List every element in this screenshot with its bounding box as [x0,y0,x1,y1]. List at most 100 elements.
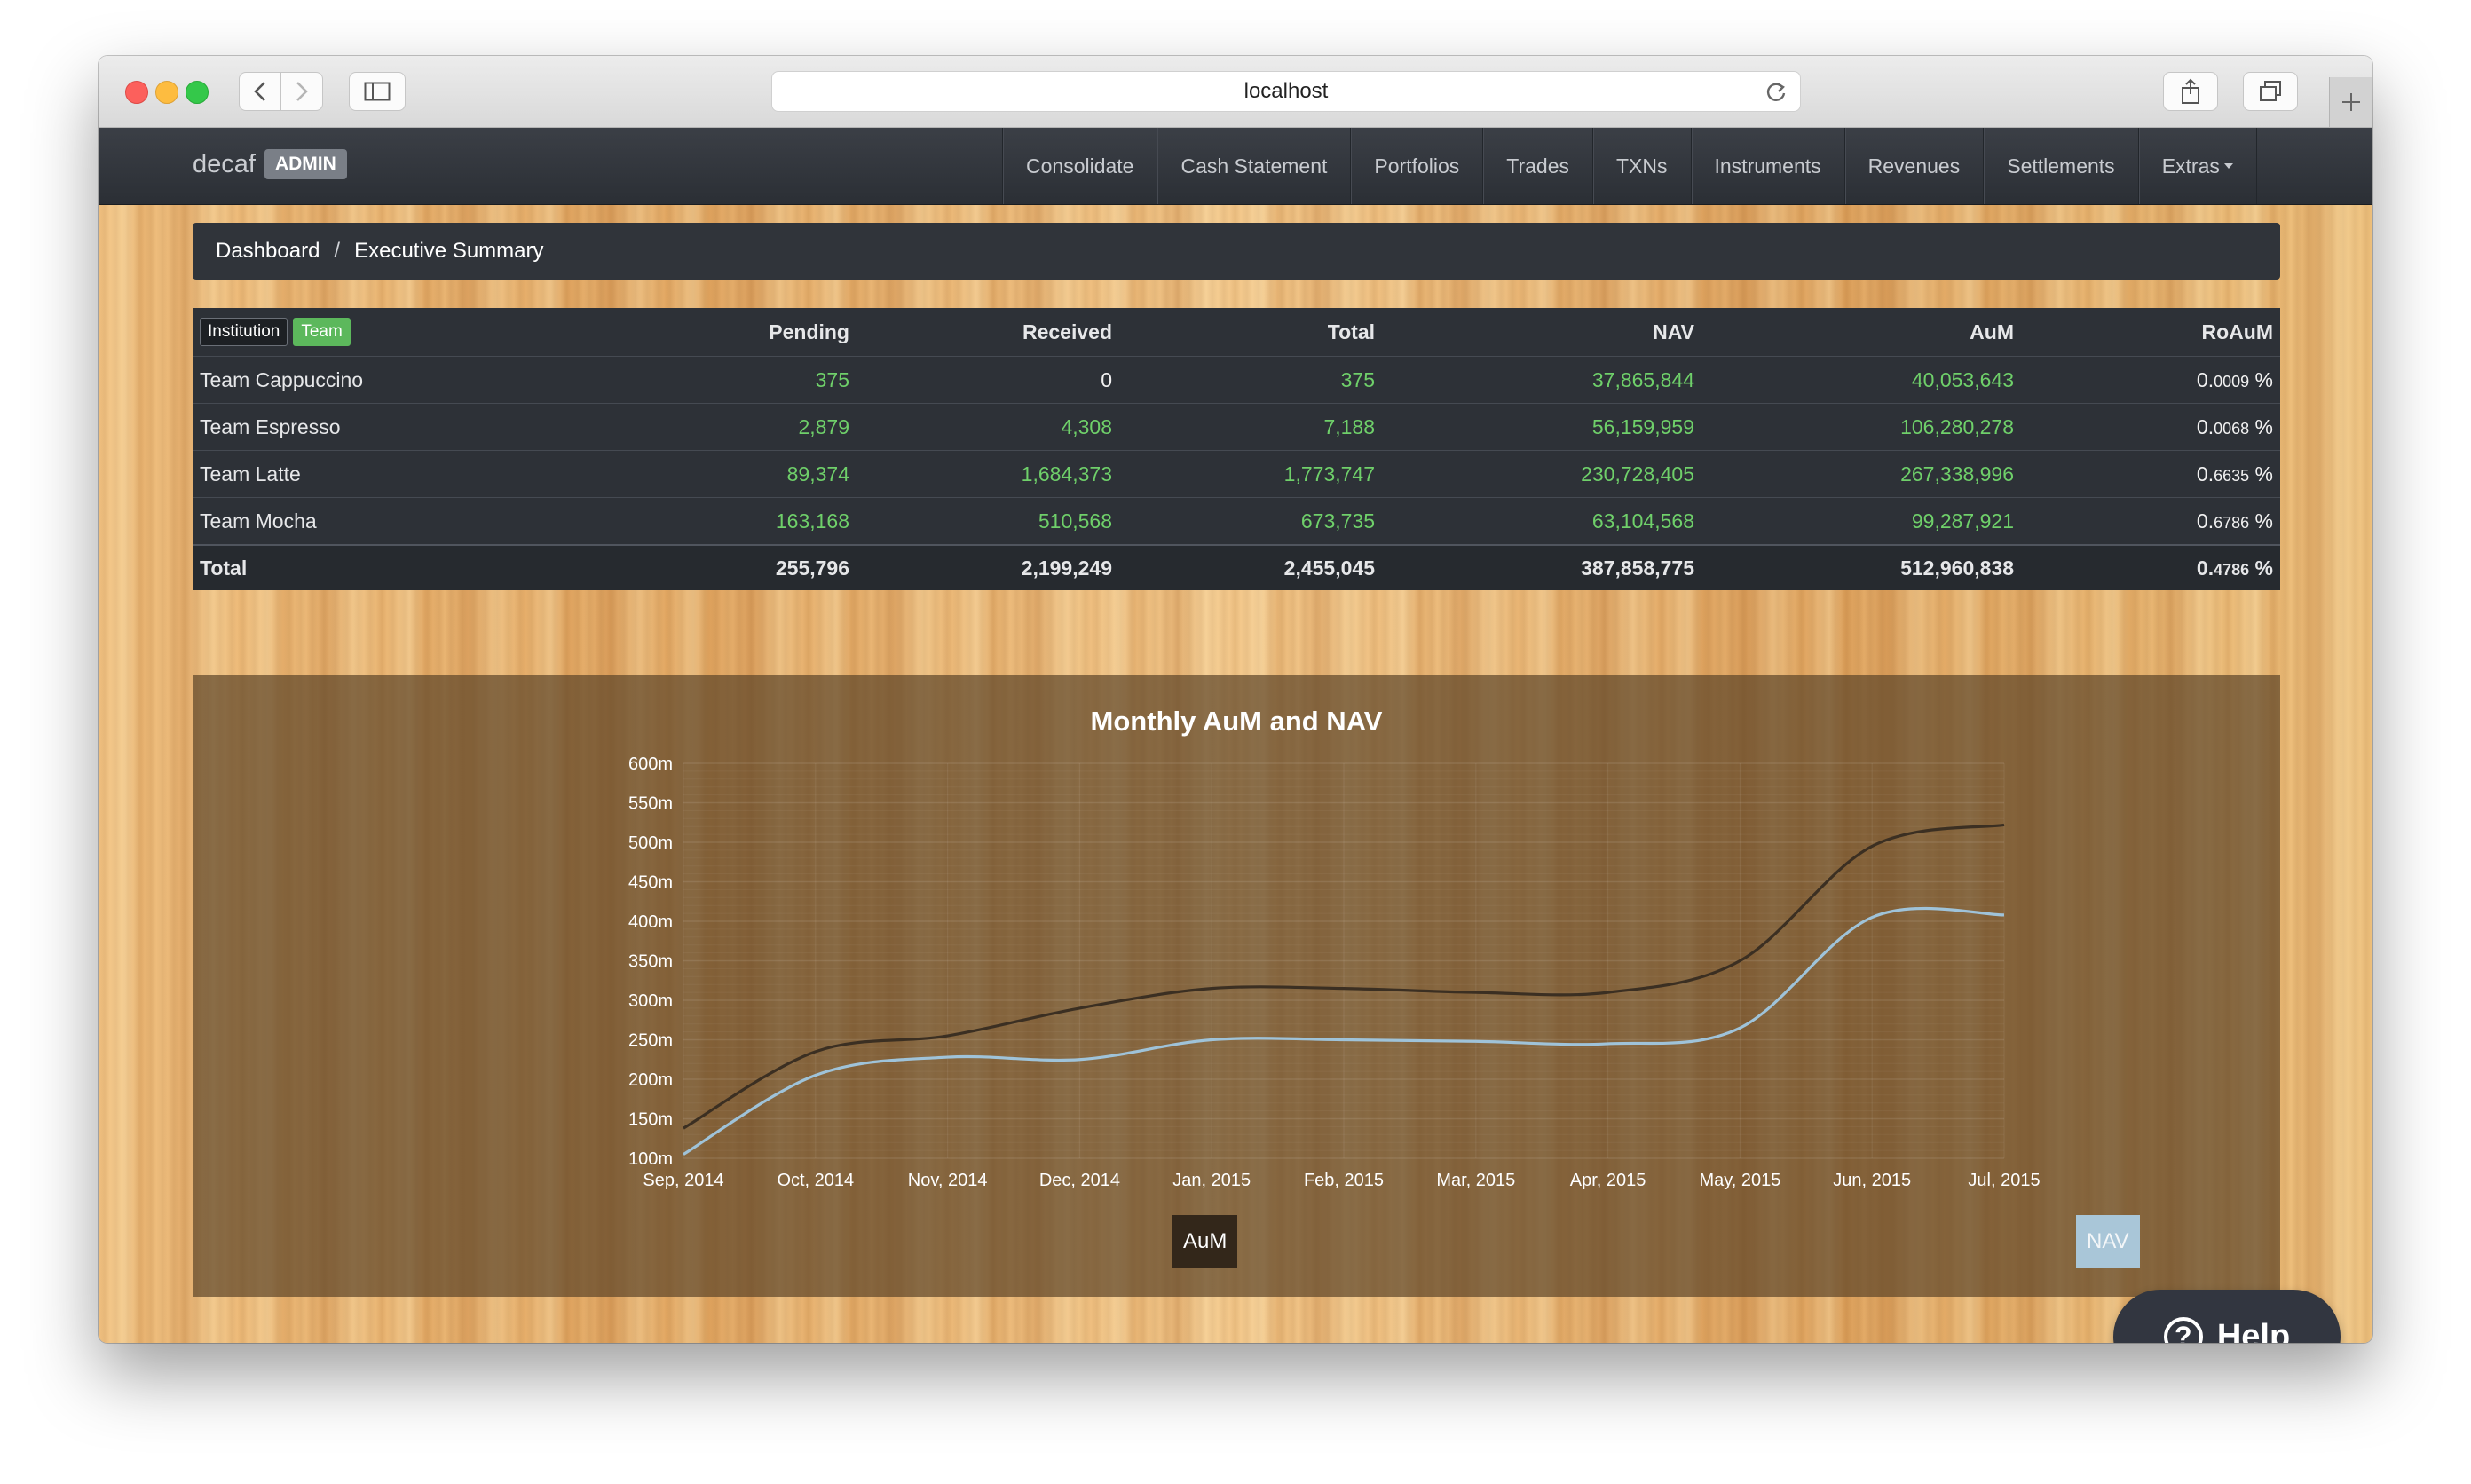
nav-value: 230,728,405 [1382,450,1701,498]
nav-txns[interactable]: TXNs [1592,128,1691,204]
legend-nav[interactable]: NAV [2076,1215,2140,1268]
aum-total: 512,960,838 [1701,544,2021,590]
brand[interactable]: decaf ADMIN [193,149,347,179]
col-nav[interactable]: NAV [1382,308,1701,357]
sidebar-toggle-button[interactable] [349,72,406,111]
col-roaum[interactable]: RoAuM [2021,308,2280,357]
close-window-button[interactable] [125,81,148,104]
group-toggle-header: Institution Team [193,308,629,357]
y-tick-label: 150m [628,1110,673,1130]
x-tick-label: Dec, 2014 [1039,1171,1120,1190]
aum-nav-chart: Monthly AuM and NAV 100m 150m 200m 250m 300m… [628,706,2041,1190]
toggle-institution[interactable]: Institution [200,318,288,346]
nav-portfolios[interactable]: Portfolios [1350,128,1482,204]
help-button[interactable]: ? Help [2113,1290,2341,1343]
reload-icon [1766,82,1786,101]
nav-settlements[interactable]: Settlements [1983,128,2137,204]
breadcrumb-separator: / [334,239,341,263]
nav-value: 63,104,568 [1382,497,1701,545]
breadcrumb: Dashboard / Executive Summary [193,223,2280,280]
roaum-main: 0. [2196,509,2214,533]
roaum-value: 0.0009 % [2021,356,2280,404]
roaum-value: 0.6635 % [2021,450,2280,498]
nav-consolidate[interactable]: Consolidate [1002,128,1157,204]
executive-summary-table: Institution Team Pending Received Total … [193,308,2280,590]
team-name[interactable]: Team Latte [193,450,629,498]
address-bar[interactable]: localhost [771,71,1801,112]
nav-trades[interactable]: Trades [1482,128,1592,204]
nav-value: 37,865,844 [1382,356,1701,404]
help-icon: ? [2163,1317,2203,1343]
pending-value: 375 [629,356,857,404]
table-row: Team Cappuccino 375 0 375 37,865,844 40,… [193,356,2280,404]
legend-aum[interactable]: AuM [1172,1215,1238,1268]
received-value: 510,568 [857,497,1119,545]
aum-value: 106,280,278 [1701,403,2021,451]
plus-icon [2342,93,2360,111]
back-button[interactable] [239,72,281,111]
col-pending[interactable]: Pending [629,308,857,357]
caret-down-icon [2223,163,2233,169]
help-label: Help [2216,1317,2291,1344]
y-tick-label: 250m [628,1031,673,1051]
roaum-main: 0. [2196,462,2214,485]
roaum-main: 0. [2196,556,2214,580]
browser-window: localhost decaf ADMIN Consolidate Cash S… [99,56,2372,1343]
roaum-unit: % [2254,414,2273,438]
y-tick-label: 450m [628,873,673,893]
nav-revenues[interactable]: Revenues [1843,128,1984,204]
roaum-small: 6635 [2214,466,2250,485]
browser-toolbar: localhost [99,56,2372,128]
col-total[interactable]: Total [1119,308,1382,357]
nav-instruments[interactable]: Instruments [1690,128,1844,204]
x-tick-label: Nov, 2014 [908,1171,988,1190]
x-tick-label: Mar, 2015 [1436,1171,1515,1190]
main-nav: Consolidate Cash Statement Portfolios Tr… [1002,128,2257,204]
roaum-small: 0068 [2214,419,2250,438]
y-tick-label: 100m [628,1149,673,1169]
team-name[interactable]: Team Espresso [193,403,629,451]
pending-total: 255,796 [629,544,857,590]
team-name[interactable]: Team Mocha [193,497,629,545]
pending-value: 89,374 [629,450,857,498]
reload-button[interactable] [1764,80,1788,109]
table-row: Team Mocha 163,168 510,568 673,735 63,10… [193,497,2280,545]
chart-title: Monthly AuM and NAV [1091,706,1383,737]
zoom-window-button[interactable] [186,81,209,104]
roaum-value: 0.0068 % [2021,403,2280,451]
pending-value: 163,168 [629,497,857,545]
group-toggle: Institution Team [200,318,351,346]
x-tick-label: May, 2015 [1699,1171,1780,1190]
share-button[interactable] [2163,72,2218,111]
col-received[interactable]: Received [857,308,1119,357]
x-tick-label: Feb, 2015 [1304,1171,1384,1190]
forward-button[interactable] [280,72,323,111]
roaum-unit: % [2254,556,2273,580]
x-tick-label: Jan, 2015 [1172,1171,1251,1190]
new-tab-button[interactable] [2329,77,2372,127]
team-name[interactable]: Team Cappuccino [193,356,629,404]
tabs-overview-button[interactable] [2243,72,2298,111]
total-value: 673,735 [1119,497,1382,545]
chart-axes: 100m 150m 200m 250m 300m 350m 400m 450m 500m 550m… [628,754,2041,1190]
table-header-row: Institution Team Pending Received Total … [193,308,2280,357]
roaum-unit: % [2254,509,2273,533]
nav-total: 387,858,775 [1382,544,1701,590]
aum-nav-chart-panel: Monthly AuM and NAV 100m 150m 200m 250m 300m… [193,675,2280,1297]
roaum-main: 0. [2196,414,2214,438]
nav-cash-statement[interactable]: Cash Statement [1157,128,1350,204]
chart-legend: AuM NAV [1172,1215,2140,1268]
total-value: 1,773,747 [1119,450,1382,498]
breadcrumb-current: Executive Summary [354,239,544,263]
top-navbar: decaf ADMIN Consolidate Cash Statement P… [99,128,2372,205]
share-icon [2182,78,2199,104]
minimize-window-button[interactable] [155,81,178,104]
nav-extras-dropdown[interactable]: Extras [2137,128,2257,204]
aum-value: 267,338,996 [1701,450,2021,498]
nav-value: 56,159,959 [1382,403,1701,451]
toggle-team[interactable]: Team [293,318,351,346]
col-aum[interactable]: AuM [1701,308,2021,357]
aum-value: 40,053,643 [1701,356,2021,404]
brand-name: decaf [193,149,256,178]
breadcrumb-dashboard[interactable]: Dashboard [216,239,320,264]
